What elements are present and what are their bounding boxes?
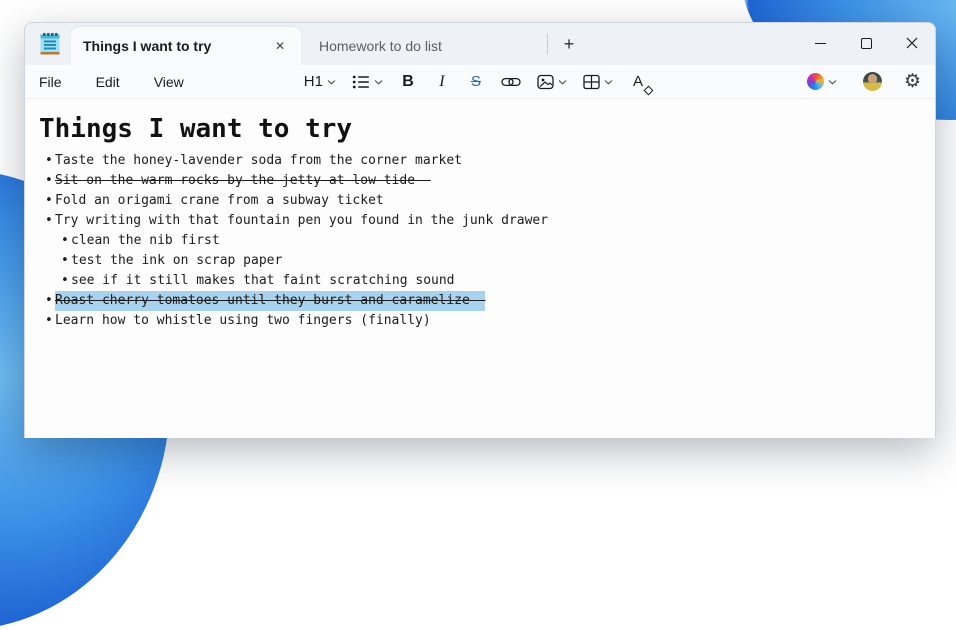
chevron-down-icon	[604, 79, 613, 85]
list-item[interactable]: •Sit on the warm rocks by the jetty at l…	[39, 171, 921, 191]
list-item-text[interactable]: Roast cherry tomatoes until they burst a…	[55, 291, 485, 311]
link-button[interactable]	[497, 68, 525, 96]
new-tab-button[interactable]: +	[554, 30, 584, 58]
bullet-glyph: •	[45, 311, 55, 331]
notepad-app-icon	[39, 32, 61, 56]
list-item[interactable]: •Taste the honey-lavender soda from the …	[39, 151, 921, 171]
bullet-list-icon	[352, 74, 370, 90]
settings-gear-icon[interactable]: ⚙	[904, 72, 921, 91]
bullet-glyph: •	[61, 251, 71, 271]
chevron-down-icon	[374, 79, 383, 85]
tab-things-i-want-to-try[interactable]: Things I want to try ✕	[71, 27, 301, 65]
minimize-button[interactable]	[797, 23, 843, 63]
list-item-text[interactable]: Fold an origami crane from a subway tick…	[55, 191, 384, 211]
clear-formatting-button[interactable]: A	[625, 68, 651, 96]
bold-button[interactable]: B	[395, 68, 421, 96]
image-icon	[537, 74, 554, 90]
bullet-glyph: •	[61, 271, 71, 291]
bullet-glyph: •	[45, 291, 55, 311]
link-icon	[501, 76, 521, 88]
bullet-glyph: •	[45, 191, 55, 211]
list-dropdown[interactable]	[348, 68, 387, 96]
eraser-icon	[644, 85, 654, 95]
italic-label: I	[439, 73, 444, 91]
list-item[interactable]: •Learn how to whistle using two fingers …	[39, 311, 921, 331]
list-item[interactable]: •Try writing with that fountain pen you …	[39, 211, 921, 231]
menu-edit[interactable]: Edit	[96, 74, 120, 90]
maximize-icon	[861, 38, 872, 49]
list-item[interactable]: •see if it still makes that faint scratc…	[39, 271, 921, 291]
list-item-text[interactable]: clean the nib first	[71, 231, 220, 251]
tab-label: Things I want to try	[83, 38, 269, 54]
list-item[interactable]: •test the ink on scrap paper	[39, 251, 921, 271]
maximize-button[interactable]	[843, 23, 889, 63]
tab-divider	[547, 34, 548, 54]
list-item-text[interactable]: Sit on the warm rocks by the jetty at lo…	[55, 171, 431, 191]
tab-label: Homework to do list	[319, 38, 442, 54]
bullet-glyph: •	[45, 171, 55, 191]
table-dropdown[interactable]	[579, 68, 617, 96]
menu-view[interactable]: View	[154, 74, 184, 90]
list-item-text[interactable]: Try writing with that fountain pen you f…	[55, 211, 548, 231]
copilot-dropdown[interactable]	[803, 68, 841, 96]
image-dropdown[interactable]	[533, 68, 571, 96]
chevron-down-icon	[558, 79, 567, 85]
format-group: H1 B I	[300, 68, 651, 96]
bold-label: B	[402, 73, 414, 91]
app-icon-wrap	[25, 32, 71, 56]
tab-homework-to-do-list[interactable]: Homework to do list	[301, 27, 547, 65]
document-title[interactable]: Things I want to try	[39, 114, 921, 144]
chevron-down-icon	[828, 79, 837, 85]
window-controls	[797, 23, 935, 63]
editor[interactable]: Things I want to try •Taste the honey-la…	[25, 99, 935, 331]
bullet-list: •Taste the honey-lavender soda from the …	[39, 151, 921, 331]
tab-close-icon[interactable]: ✕	[269, 35, 291, 57]
chevron-down-icon	[327, 79, 336, 85]
bullet-glyph: •	[45, 211, 55, 231]
list-item-text[interactable]: Learn how to whistle using two fingers (…	[55, 311, 431, 331]
list-item-text[interactable]: Taste the honey-lavender soda from the c…	[55, 151, 462, 171]
menu-file[interactable]: File	[39, 74, 62, 90]
list-item[interactable]: •Roast cherry tomatoes until they burst …	[39, 291, 921, 311]
notepad-window: Things I want to try ✕ Homework to do li…	[24, 22, 936, 438]
list-item[interactable]: •Fold an origami crane from a subway tic…	[39, 191, 921, 211]
strikethrough-button[interactable]: S	[463, 68, 489, 96]
clear-formatting-letter: A	[633, 73, 643, 90]
tab-bar: Things I want to try ✕ Homework to do li…	[25, 23, 935, 65]
list-item-text[interactable]: test the ink on scrap paper	[71, 251, 282, 271]
toolbar-right-group: ⚙	[803, 68, 921, 96]
italic-button[interactable]: I	[429, 68, 455, 96]
heading-style-dropdown[interactable]: H1	[300, 68, 340, 96]
copilot-icon	[807, 73, 824, 90]
list-item-text[interactable]: see if it still makes that faint scratch…	[71, 271, 455, 291]
minimize-icon	[815, 43, 826, 44]
list-item[interactable]: •clean the nib first	[39, 231, 921, 251]
close-icon	[906, 37, 918, 49]
bullet-glyph: •	[61, 231, 71, 251]
table-icon	[583, 74, 600, 90]
toolbar: File Edit View H1	[25, 65, 935, 99]
close-button[interactable]	[889, 23, 935, 63]
account-avatar[interactable]	[863, 72, 882, 91]
heading-style-label: H1	[304, 73, 323, 90]
bullet-glyph: •	[45, 151, 55, 171]
strikethrough-label: S	[471, 73, 481, 90]
